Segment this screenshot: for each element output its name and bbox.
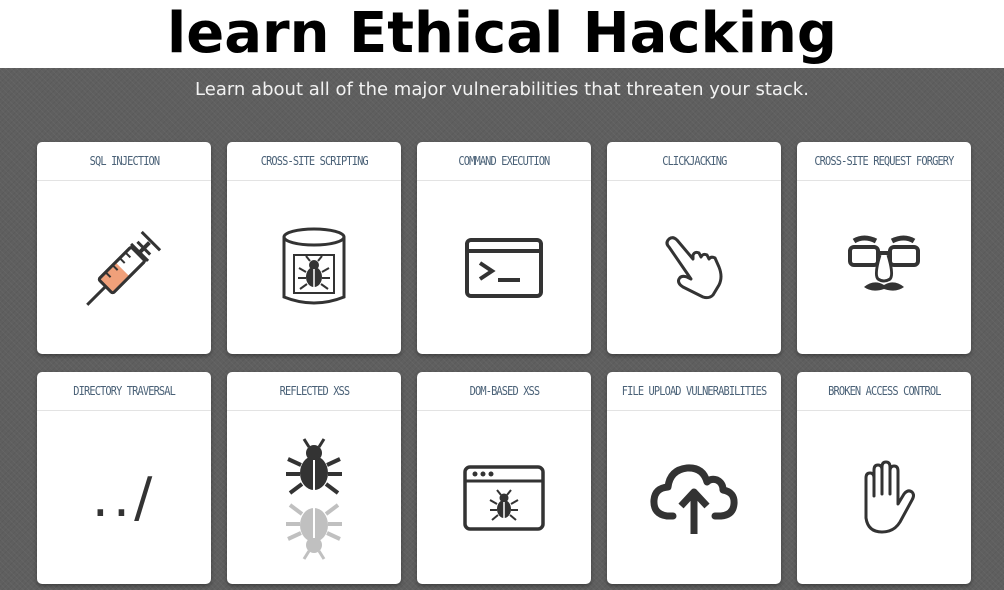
disguise-glasses-icon bbox=[848, 235, 920, 291]
syringe-icon bbox=[86, 230, 162, 306]
card-sql-injection[interactable]: SQL INJECTION bbox=[37, 142, 211, 354]
card-icon-area bbox=[607, 411, 781, 584]
card-title: CLICKJACKING bbox=[661, 154, 727, 168]
terminal-icon bbox=[465, 237, 543, 298]
card-directory-traversal[interactable]: DIRECTORY TRAVERSAL ../ bbox=[37, 372, 211, 584]
card-header: SQL INJECTION bbox=[37, 142, 211, 181]
card-icon-area: ../ bbox=[37, 411, 211, 584]
card-header: DIRECTORY TRAVERSAL bbox=[37, 372, 211, 411]
card-header: CROSS-SITE REQUEST FORGERY bbox=[797, 142, 971, 181]
dot-dot-slash-icon: ../ bbox=[91, 466, 157, 529]
cloud-upload-icon bbox=[650, 463, 738, 534]
card-header: REFLECTED XSS bbox=[227, 372, 401, 411]
card-header: BROKEN ACCESS CONTROL bbox=[797, 372, 971, 411]
pointer-hand-icon bbox=[665, 235, 723, 299]
card-header: DOM-BASED XSS bbox=[417, 372, 591, 411]
card-command-execution[interactable]: COMMAND EXECUTION bbox=[417, 142, 591, 354]
page: learn Ethical Hacking Learn about all of… bbox=[0, 0, 1004, 590]
card-icon-area bbox=[607, 181, 781, 354]
card-title: SQL INJECTION bbox=[89, 154, 159, 168]
card-broken-access-control[interactable]: BROKEN ACCESS CONTROL bbox=[797, 372, 971, 584]
page-title: learn Ethical Hacking bbox=[167, 1, 837, 66]
bug-in-jar-icon bbox=[282, 227, 346, 304]
title-bar: learn Ethical Hacking bbox=[0, 0, 1004, 68]
card-title: REFLECTED XSS bbox=[279, 384, 349, 398]
reflected-bug-icon bbox=[286, 437, 342, 560]
card-cross-site-scripting[interactable]: CROSS-SITE SCRIPTING bbox=[227, 142, 401, 354]
vulnerabilities-panel: Learn about all of the major vulnerabili… bbox=[0, 68, 1004, 590]
card-title: FILE UPLOAD VULNERABILITIES bbox=[621, 384, 767, 398]
card-icon-area bbox=[417, 411, 591, 584]
card-clickjacking[interactable]: CLICKJACKING bbox=[607, 142, 781, 354]
card-file-upload-vulnerabilities[interactable]: FILE UPLOAD VULNERABILITIES bbox=[607, 372, 781, 584]
bug-in-browser-icon bbox=[463, 464, 545, 531]
card-title: DIRECTORY TRAVERSAL bbox=[73, 384, 176, 398]
card-reflected-xss[interactable]: REFLECTED XSS bbox=[227, 372, 401, 584]
card-icon-area bbox=[37, 181, 211, 354]
card-icon-area bbox=[797, 181, 971, 354]
panel-subtitle: Learn about all of the major vulnerabili… bbox=[195, 79, 809, 100]
card-cross-site-request-forgery[interactable]: CROSS-SITE REQUEST FORGERY bbox=[797, 142, 971, 354]
card-header: COMMAND EXECUTION bbox=[417, 142, 591, 181]
card-header: CROSS-SITE SCRIPTING bbox=[227, 142, 401, 181]
card-title: DOM-BASED XSS bbox=[469, 384, 539, 398]
card-icon-area bbox=[797, 411, 971, 584]
card-title: CROSS-SITE REQUEST FORGERY bbox=[814, 154, 954, 168]
card-icon-area bbox=[417, 181, 591, 354]
card-icon-area bbox=[227, 181, 401, 354]
card-dom-based-xss[interactable]: DOM-BASED XSS bbox=[417, 372, 591, 584]
card-header: CLICKJACKING bbox=[607, 142, 781, 181]
card-header: FILE UPLOAD VULNERABILITIES bbox=[607, 372, 781, 411]
stop-hand-icon bbox=[864, 460, 915, 533]
card-icon-area bbox=[227, 411, 401, 584]
card-title: CROSS-SITE SCRIPTING bbox=[260, 154, 368, 168]
card-title: COMMAND EXECUTION bbox=[458, 154, 550, 168]
card-title: BROKEN ACCESS CONTROL bbox=[827, 384, 941, 398]
